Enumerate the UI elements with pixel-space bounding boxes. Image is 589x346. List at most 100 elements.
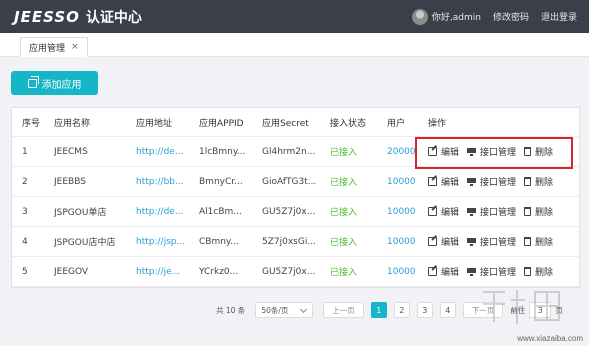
user-count-link[interactable]: 10000 — [387, 197, 425, 226]
api-manage-button[interactable]: 接口管理 — [467, 205, 516, 218]
trash-icon — [524, 207, 532, 216]
logout-link[interactable]: 退出登录 — [541, 10, 577, 23]
edit-label: 编辑 — [441, 178, 460, 188]
delete-label: 删除 — [535, 238, 554, 248]
app-url-link[interactable]: http://de... — [136, 197, 198, 226]
delete-label: 删除 — [535, 208, 554, 218]
add-app-button[interactable]: 添加应用 — [11, 71, 98, 95]
app-secret: Gl4hrm2n... — [262, 146, 316, 157]
trash-icon — [524, 267, 532, 276]
status-badge: 已接入 — [330, 238, 358, 248]
edit-icon — [428, 267, 437, 276]
edit-icon — [428, 207, 437, 216]
total-count: 共 10 条 — [216, 305, 246, 315]
api-manage-button[interactable]: 接口管理 — [467, 235, 516, 248]
col-header-users: 用户 — [387, 118, 406, 129]
delete-button[interactable]: 删除 — [524, 265, 553, 278]
col-header-name: 应用名称 — [54, 118, 91, 129]
edit-button[interactable]: 编辑 — [428, 235, 459, 248]
user-count-link[interactable]: 10000 — [387, 227, 425, 256]
prev-page-button[interactable]: 上一页 — [323, 302, 364, 318]
monitor-icon — [467, 178, 477, 186]
api-manage-label: 接口管理 — [480, 178, 517, 188]
row-index: 4 — [22, 236, 28, 247]
monitor-icon — [467, 268, 477, 276]
table-row: 4 JSPGOU店中店 http://jsp... CBmny... 5Z7j0xsGi… — [12, 227, 579, 257]
app-name: JSPGOU店中店 — [54, 238, 116, 248]
row-actions: 编辑 接口管理 删除 — [428, 227, 578, 256]
status-badge: 已接入 — [330, 268, 358, 278]
edit-label: 编辑 — [441, 208, 460, 218]
app-secret: GU5Z7j0x... — [262, 206, 316, 217]
col-header-secret: 应用Secret — [262, 118, 309, 129]
edit-label: 编辑 — [441, 238, 460, 248]
api-manage-button[interactable]: 接口管理 — [467, 175, 516, 188]
tab-label: 应用管理 — [29, 43, 66, 54]
delete-button[interactable]: 删除 — [524, 235, 553, 248]
page-1-button[interactable]: 1 — [370, 302, 387, 318]
row-index: 2 — [22, 176, 28, 187]
app-id: YCrkz0... — [199, 266, 239, 277]
page-2-button[interactable]: 2 — [393, 302, 410, 318]
trash-icon — [524, 177, 532, 186]
app-logo: JEESSO — [14, 7, 80, 26]
row-actions: 编辑 接口管理 删除 — [428, 167, 578, 196]
app-url-link[interactable]: http://je... — [136, 257, 198, 286]
row-index: 3 — [22, 206, 28, 217]
api-manage-button[interactable]: 接口管理 — [467, 265, 516, 278]
watermark-text: www.xiazaiba.com — [517, 334, 583, 343]
app-id: BmnyCr... — [199, 176, 243, 187]
tab-strip: 应用管理 × — [0, 33, 589, 57]
edit-button[interactable]: 编辑 — [428, 205, 459, 218]
user-menu: 你好,admin 修改密码 退出登录 — [411, 0, 577, 33]
col-header-status: 接入状态 — [330, 118, 367, 129]
col-header-ops: 操作 — [428, 118, 447, 129]
avatar[interactable] — [411, 8, 428, 25]
app-title: 认证中心 — [85, 9, 142, 26]
app-name: JSPGOU单店 — [54, 208, 107, 218]
row-actions: 编辑 接口管理 删除 — [428, 197, 578, 226]
app-id: CBmny... — [199, 236, 239, 247]
app-url-link[interactable]: http://bb... — [136, 167, 198, 196]
delete-label: 删除 — [535, 268, 554, 278]
col-header-index: 序号 — [22, 118, 41, 129]
tab-app-management[interactable]: 应用管理 × — [20, 37, 88, 57]
edit-button[interactable]: 编辑 — [428, 265, 459, 278]
change-password-link[interactable]: 修改密码 — [493, 10, 529, 23]
app-name: JEECMS — [54, 146, 88, 157]
edit-label: 编辑 — [441, 268, 460, 278]
delete-label: 删除 — [535, 178, 554, 188]
user-greeting: 你好,admin — [431, 13, 481, 23]
app-id: Al1cBm... — [199, 206, 242, 217]
app-name: JEEBBS — [54, 176, 86, 187]
edit-button[interactable]: 编辑 — [428, 175, 459, 188]
row-index: 1 — [22, 146, 28, 157]
page-3-button[interactable]: 3 — [416, 302, 433, 318]
delete-button[interactable]: 删除 — [524, 205, 553, 218]
app-secret: GU5Z7j0x... — [262, 266, 316, 277]
page-size-select[interactable]: 50条/页 — [255, 302, 314, 318]
top-header: JEESSO 认证中心 你好,admin 修改密码 退出登录 — [0, 0, 589, 33]
api-manage-label: 接口管理 — [480, 238, 517, 248]
highlight-box — [415, 137, 573, 169]
user-count-link[interactable]: 10000 — [387, 167, 425, 196]
add-app-label: 添加应用 — [41, 79, 82, 91]
app-name: JEEGOV — [54, 266, 89, 277]
user-count-link[interactable]: 10000 — [387, 257, 425, 286]
site-watermark-icon — [483, 290, 560, 324]
page-4-button[interactable]: 4 — [439, 302, 456, 318]
delete-button[interactable]: 删除 — [524, 175, 553, 188]
copy-icon — [27, 75, 39, 88]
api-manage-label: 接口管理 — [480, 268, 517, 278]
app-url-link[interactable]: http://jsp... — [136, 227, 198, 256]
app-url-link[interactable]: http://de... — [136, 137, 198, 166]
api-manage-label: 接口管理 — [480, 208, 517, 218]
edit-icon — [428, 237, 437, 246]
app-secret: 5Z7j0xsGi... — [262, 236, 316, 247]
close-icon[interactable]: × — [71, 42, 79, 52]
table-row: 3 JSPGOU单店 http://de... Al1cBm... GU5Z7j0x..… — [12, 197, 579, 227]
status-badge: 已接入 — [330, 148, 358, 158]
monitor-icon — [467, 238, 477, 246]
edit-icon — [428, 177, 437, 186]
status-badge: 已接入 — [330, 208, 358, 218]
